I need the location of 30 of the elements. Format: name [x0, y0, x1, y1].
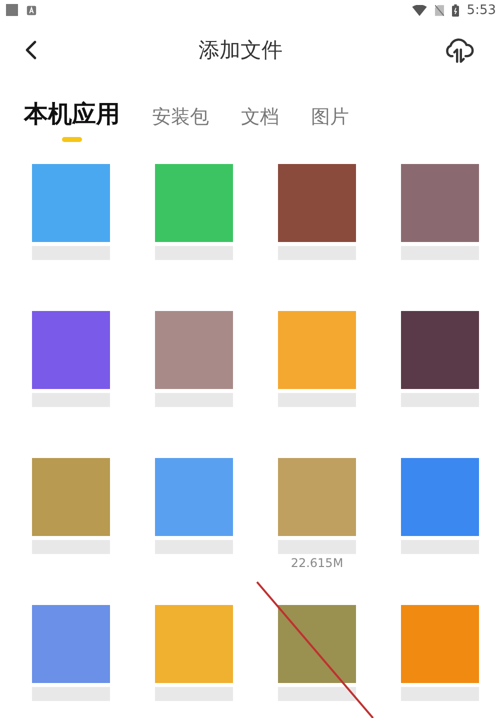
category-tab[interactable]: 图片 [311, 105, 349, 142]
page-title: 添加文件 [198, 37, 282, 64]
category-tab[interactable]: 本机应用 [24, 98, 120, 142]
blurred-app-icon[interactable] [278, 605, 356, 683]
app-size: 22.615M [290, 556, 344, 570]
blurred-app-icon[interactable] [278, 164, 356, 242]
blurred-app-icon[interactable] [401, 164, 479, 242]
battery-icon [452, 4, 459, 16]
blurred-app-icon[interactable] [278, 311, 356, 389]
cloud-upload-icon[interactable] [444, 36, 474, 64]
blurred-app-icon[interactable] [155, 605, 233, 683]
blurred-app-icon[interactable] [32, 605, 110, 683]
category-tab[interactable]: 文档 [241, 105, 279, 142]
blurred-app-icon[interactable] [401, 605, 479, 683]
blurred-app-icon[interactable] [155, 311, 233, 389]
blurred-app-icon[interactable] [155, 164, 233, 242]
notification-icon [6, 4, 18, 16]
back-icon[interactable] [25, 40, 37, 60]
category-tab[interactable]: 安装包 [152, 105, 209, 142]
no-sim-icon [434, 4, 444, 16]
blurred-app-icon[interactable] [32, 311, 110, 389]
blurred-app-icon[interactable] [278, 458, 356, 536]
blurred-app-icon[interactable] [32, 164, 110, 242]
notification-icon [26, 4, 37, 16]
blurred-app-icon[interactable] [401, 458, 479, 536]
blurred-app-icon[interactable] [155, 458, 233, 536]
blurred-app-icon[interactable] [32, 458, 110, 536]
wifi-icon [412, 4, 427, 16]
blurred-app-icon[interactable] [401, 311, 479, 389]
clock-time: 5:53 [466, 2, 496, 18]
